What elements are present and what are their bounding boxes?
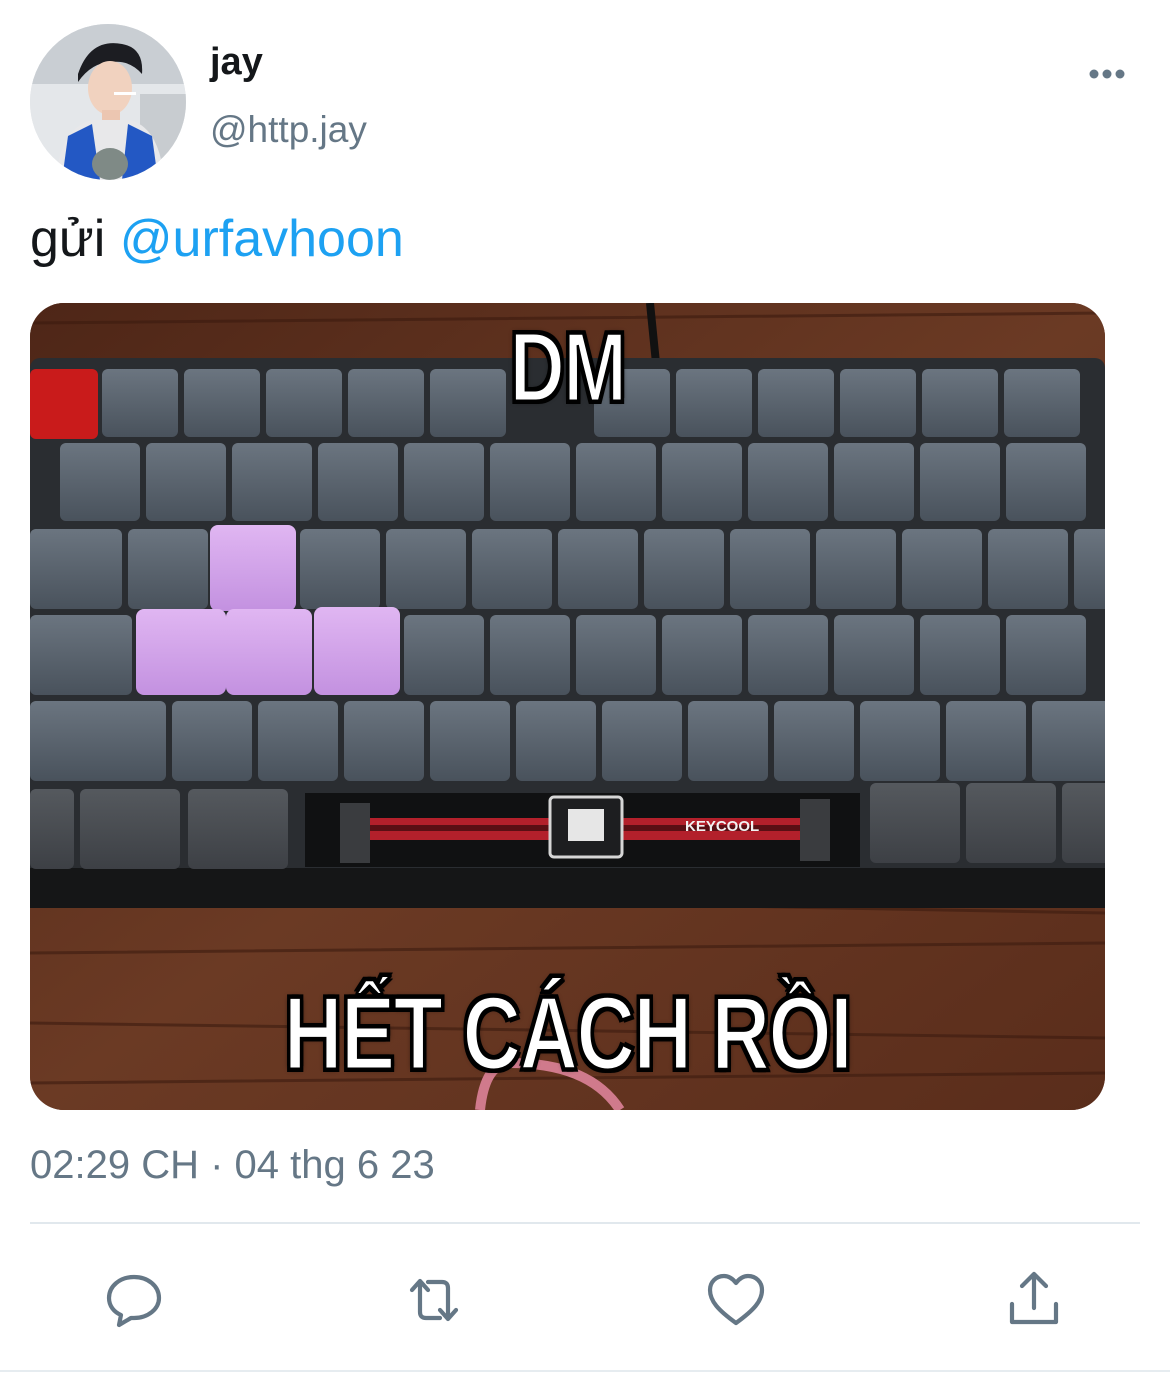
keyboard-brand-label: KEYCOOL: [685, 818, 759, 835]
tweet-timestamp[interactable]: 02:29 CH · 04 thg 6 23: [30, 1140, 435, 1190]
avatar[interactable]: [30, 24, 186, 180]
share-button[interactable]: [1002, 1268, 1066, 1332]
share-icon: [1009, 1271, 1059, 1325]
retweet-icon: [409, 1278, 459, 1322]
retweet-button[interactable]: [402, 1268, 466, 1332]
more-horizontal-icon: [1089, 69, 1125, 79]
reply-button[interactable]: [102, 1268, 166, 1332]
like-button[interactable]: [704, 1268, 768, 1332]
more-options-button[interactable]: [1080, 56, 1136, 92]
tweet-text: gửi @urfavhoon: [30, 208, 404, 270]
reply-icon: [106, 1274, 162, 1328]
heart-icon: [707, 1273, 765, 1326]
divider: [30, 1222, 1140, 1224]
bottom-divider: [0, 1370, 1170, 1372]
user-handle[interactable]: @http.jay: [210, 106, 367, 154]
avatar-image: [30, 24, 186, 180]
meme-caption-top: DM: [508, 311, 628, 424]
display-name[interactable]: jay: [210, 38, 263, 86]
meme-caption-bottom: HẾT CÁCH RỒI: [283, 975, 854, 1094]
tweet-text-prefix: gửi: [30, 210, 106, 268]
mention-link[interactable]: @urfavhoon: [120, 210, 404, 268]
tweet-media-image[interactable]: KEYCOOL DM HẾT CÁCH RỒI: [30, 303, 1105, 1110]
